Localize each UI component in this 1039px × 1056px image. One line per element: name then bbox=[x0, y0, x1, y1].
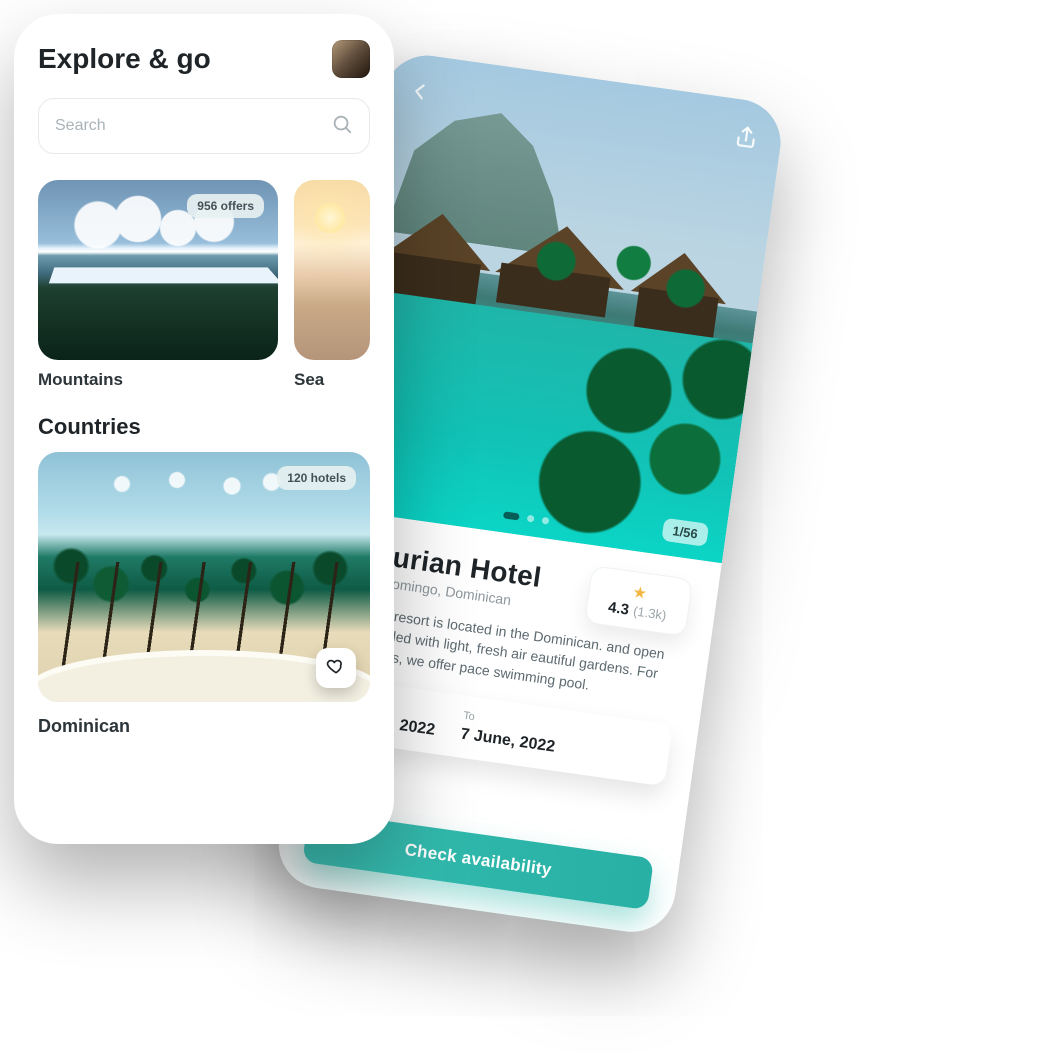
rating-card[interactable]: ★ 4.3 (1.3k) bbox=[584, 565, 693, 637]
page-title: Explore & go bbox=[38, 43, 211, 75]
phone-explore: Explore & go Search 956 offers Mountains bbox=[14, 14, 394, 844]
section-title-countries: Countries bbox=[38, 414, 370, 440]
rating-score: 4.3 bbox=[607, 599, 630, 619]
back-button[interactable] bbox=[405, 77, 434, 106]
share-button[interactable] bbox=[732, 123, 761, 152]
search-input[interactable]: Search bbox=[38, 98, 370, 154]
avatar[interactable] bbox=[332, 40, 370, 78]
heart-icon bbox=[326, 656, 346, 681]
category-card-sea[interactable] bbox=[294, 180, 370, 360]
offers-badge: 956 offers bbox=[187, 194, 264, 218]
favorite-button[interactable] bbox=[316, 648, 356, 688]
date-to[interactable]: To 7 June, 2022 bbox=[459, 710, 558, 757]
search-placeholder: Search bbox=[55, 117, 331, 135]
rating-count: (1.3k) bbox=[632, 603, 667, 622]
hotel-hero-image[interactable]: 1/56 bbox=[326, 50, 786, 563]
phone-frame: Explore & go Search 956 offers Mountains bbox=[14, 14, 394, 844]
country-label-dominican: Dominican bbox=[38, 716, 370, 737]
category-card-mountains[interactable]: 956 offers bbox=[38, 180, 278, 360]
category-label-sea: Sea bbox=[294, 370, 370, 390]
category-label-mountains: Mountains bbox=[38, 370, 278, 390]
search-icon bbox=[331, 113, 353, 140]
hotels-badge: 120 hotels bbox=[277, 466, 356, 490]
country-card-dominican[interactable]: 120 hotels bbox=[38, 452, 370, 702]
